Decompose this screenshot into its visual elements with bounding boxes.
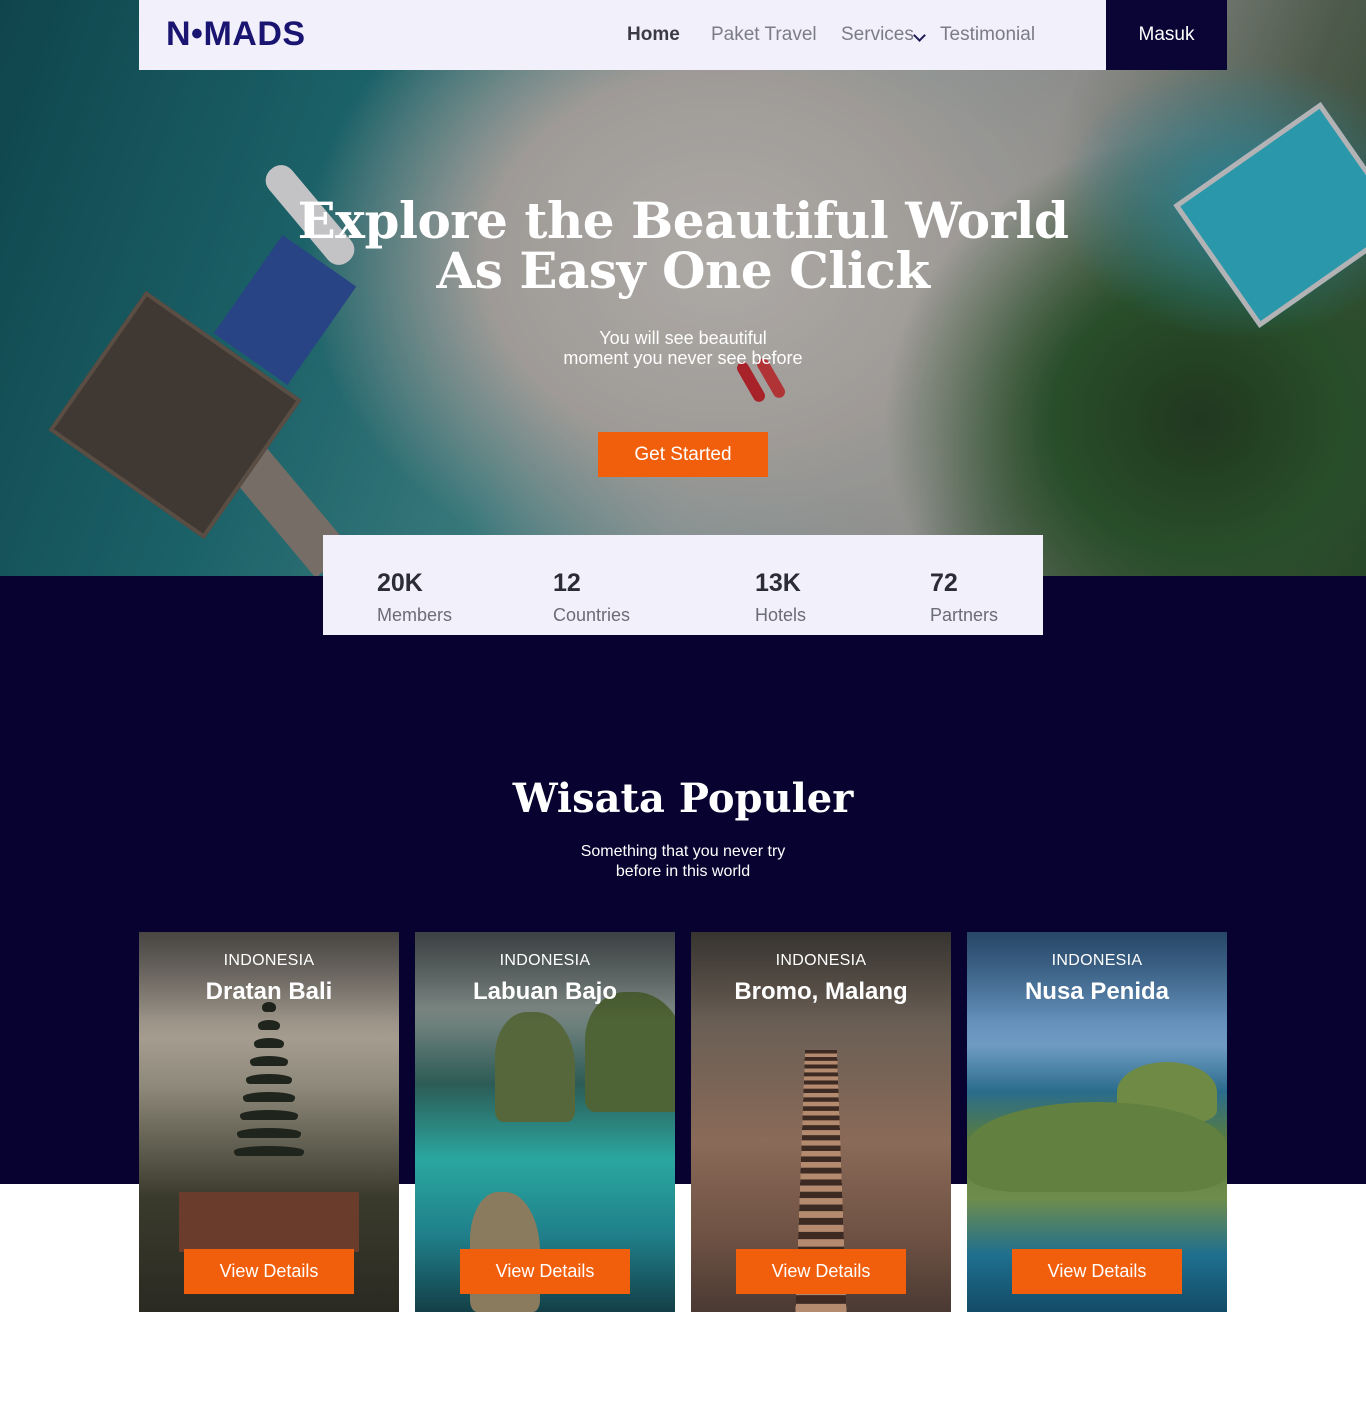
rock-image xyxy=(495,1012,575,1122)
hero-subtitle-line: You will see beautiful xyxy=(599,328,767,348)
card-shade xyxy=(967,932,1227,1022)
hero-title-line: Explore the Beautiful World xyxy=(297,191,1069,250)
destination-card-nusa-penida[interactable]: INDONESIA Nusa Penida View Details xyxy=(967,932,1227,1312)
chevron-down-icon[interactable] xyxy=(913,29,926,42)
stat-label: Countries xyxy=(553,605,631,625)
stat-label: Hotels xyxy=(755,605,807,625)
hero-title-line: As Easy One Click xyxy=(436,241,930,300)
card-shade xyxy=(415,932,675,1022)
stats-bar: 20K Members 12 Countries 13K Hotels 72 P… xyxy=(323,535,1043,635)
card-country: INDONESIA xyxy=(499,952,591,969)
view-details-button[interactable]: View Details xyxy=(460,1249,630,1294)
stat-partners: 72 Partners xyxy=(930,569,998,625)
card-title: Bromo, Malang xyxy=(734,978,908,1005)
view-details-button[interactable]: View Details xyxy=(736,1249,906,1294)
hero-subtitle: You will see beautiful moment you never … xyxy=(483,328,883,368)
card-title: Dratan Bali xyxy=(205,978,333,1005)
navbar: N•MADS Home Paket Travel Services Testim… xyxy=(139,0,1227,70)
island-image xyxy=(967,1102,1227,1192)
popular-title: Wisata Populer xyxy=(512,775,854,822)
login-button[interactable]: Masuk xyxy=(1106,0,1227,70)
get-started-button[interactable]: Get Started xyxy=(598,432,768,477)
view-details-button[interactable]: View Details xyxy=(1012,1249,1182,1294)
card-country: INDONESIA xyxy=(775,952,867,969)
hero-section: Explore the Beautiful World As Easy One … xyxy=(0,0,1366,576)
destination-card-labuan-bajo[interactable]: INDONESIA Labuan Bajo View Details xyxy=(415,932,675,1312)
card-country: INDONESIA xyxy=(1051,952,1143,969)
card-country: INDONESIA xyxy=(223,952,315,969)
hero-subtitle-line: moment you never see before xyxy=(563,348,803,368)
temple-base-image xyxy=(179,1192,359,1252)
nav-link-services[interactable]: Services xyxy=(841,24,914,46)
destination-card-bali[interactable]: INDONESIA Dratan Bali View Details xyxy=(139,932,399,1312)
stat-label: Members xyxy=(377,605,453,625)
stat-hotels: 13K Hotels xyxy=(755,569,806,625)
destination-card-bromo[interactable]: INDONESIA Bromo, Malang View Details xyxy=(691,932,951,1312)
hero-title: Explore the Beautiful World As Easy One … xyxy=(283,196,1083,296)
popular-subtitle-line: Something that you never try xyxy=(580,843,786,860)
card-shade xyxy=(139,932,399,1022)
nav-link-testimonial[interactable]: Testimonial xyxy=(940,24,1035,46)
stat-value: 72 xyxy=(930,569,958,597)
popular-subtitle: Something that you never try before in t… xyxy=(483,842,883,882)
stat-members: 20K Members xyxy=(377,569,452,625)
card-title: Nusa Penida xyxy=(1024,978,1170,1005)
stat-value: 20K xyxy=(377,569,423,597)
stat-countries: 12 Countries xyxy=(553,569,630,625)
view-details-button[interactable]: View Details xyxy=(184,1249,354,1294)
card-shade xyxy=(691,932,951,1022)
stat-label: Partners xyxy=(930,605,999,625)
logo[interactable]: N•MADS xyxy=(166,15,306,54)
popular-subtitle-line: before in this world xyxy=(615,863,751,880)
stat-value: 12 xyxy=(553,569,581,597)
nav-link-paket-travel[interactable]: Paket Travel xyxy=(711,24,817,46)
nav-link-home[interactable]: Home xyxy=(627,24,680,46)
stat-value: 13K xyxy=(755,569,801,597)
card-title: Labuan Bajo xyxy=(472,978,617,1005)
